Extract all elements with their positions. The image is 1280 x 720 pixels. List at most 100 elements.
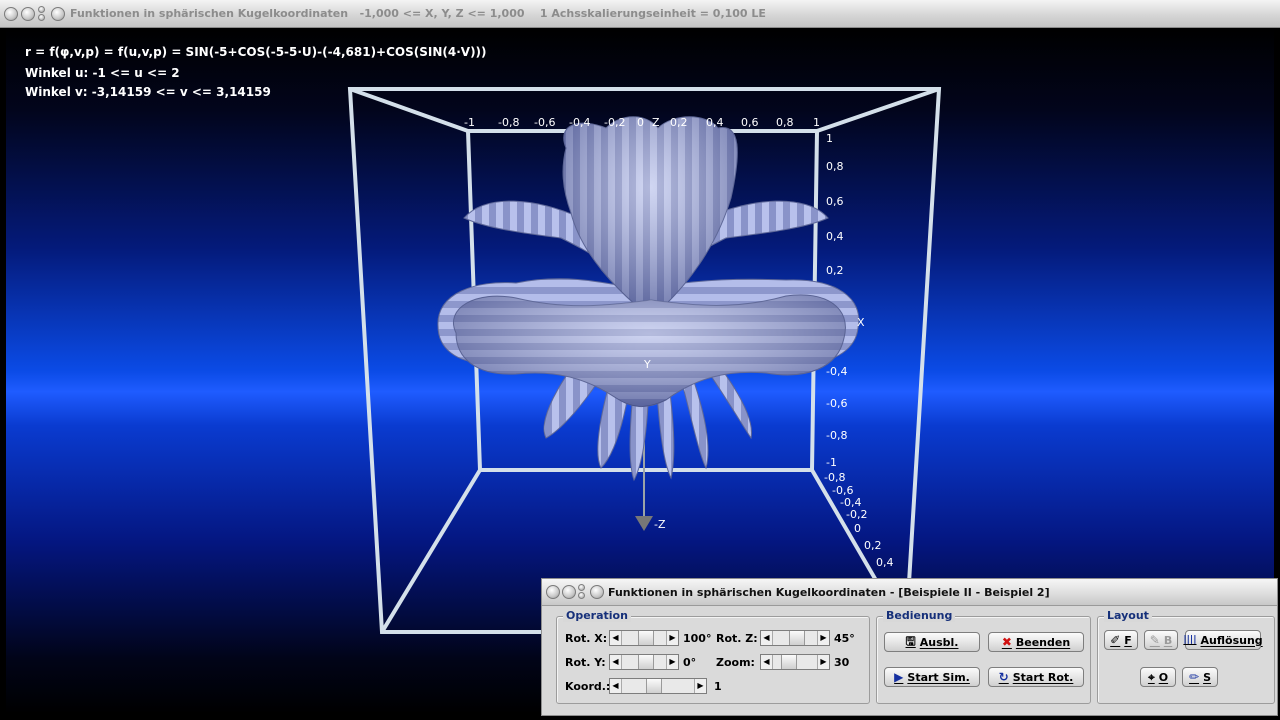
cube-edge bbox=[816, 87, 940, 133]
slider-thumb[interactable] bbox=[638, 631, 654, 645]
right-tick-label: 0,2 bbox=[826, 264, 844, 277]
arrow-right-icon[interactable]: ▶ bbox=[817, 655, 829, 669]
rot-x-label: Rot. X: bbox=[565, 632, 608, 645]
o-label: O bbox=[1158, 670, 1169, 684]
depth-tick-label: -0,2 bbox=[846, 508, 867, 521]
depth-tick-label: 0 bbox=[854, 522, 861, 535]
rot-x-value: 100° bbox=[683, 632, 712, 645]
right-tick-label: -0,4 bbox=[826, 365, 847, 378]
s-button[interactable]: ✏ S bbox=[1182, 667, 1218, 687]
koord-value: 1 bbox=[714, 680, 722, 693]
paint-icon: ✎ bbox=[1149, 633, 1160, 647]
depth-tick-label: -0,8 bbox=[824, 471, 845, 484]
control-titlebar[interactable]: Funktionen in sphärischen Kugelkoordinat… bbox=[542, 579, 1277, 606]
b-button[interactable]: ✎ B bbox=[1144, 630, 1178, 650]
ausbl-button[interactable]: 🖫 Ausbl. bbox=[884, 632, 980, 652]
right-tick-label: 0,8 bbox=[826, 160, 844, 173]
zoom-slider[interactable]: ◀ ▶ bbox=[760, 654, 830, 670]
koord-slider[interactable]: ◀ ▶ bbox=[609, 678, 707, 694]
koord-label: Koord.: bbox=[565, 680, 611, 693]
bedienung-legend: Bedienung bbox=[883, 609, 956, 622]
top-tick-label: 0,8 bbox=[776, 116, 794, 129]
rot-z-slider[interactable]: ◀ ▶ bbox=[760, 630, 830, 646]
beenden-button[interactable]: ✖ Beenden bbox=[988, 632, 1084, 652]
top-tick-label: -0,6 bbox=[534, 116, 555, 129]
arrow-right-icon[interactable]: ▶ bbox=[817, 631, 829, 645]
slider-thumb[interactable] bbox=[789, 631, 805, 645]
top-tick-label: Z bbox=[652, 116, 660, 129]
bedienung-group: Bedienung 🖫 Ausbl. ✖ Beenden ▶ Start Sim. ↻… bbox=[876, 609, 1091, 704]
rot-y-label: Rot. Y: bbox=[565, 656, 606, 669]
zoom-label: Zoom: bbox=[716, 656, 755, 669]
arrow-right-icon[interactable]: ▶ bbox=[666, 655, 678, 669]
slider-thumb[interactable] bbox=[638, 655, 654, 669]
right-tick-label: X bbox=[857, 316, 865, 329]
play-icon: ▶ bbox=[894, 670, 904, 684]
rot-z-value: 45° bbox=[834, 632, 855, 645]
slider-thumb[interactable] bbox=[781, 655, 797, 669]
rot-y-slider[interactable]: ◀ ▶ bbox=[609, 654, 679, 670]
window-restore-icon[interactable] bbox=[590, 585, 604, 599]
f-button[interactable]: ✐ F bbox=[1104, 630, 1138, 650]
start-rot-button[interactable]: ↻ Start Rot. bbox=[988, 667, 1084, 687]
window-dot-icon bbox=[38, 14, 45, 21]
z-axis-arrow bbox=[635, 516, 653, 531]
top-tick-label: 1 bbox=[813, 116, 820, 129]
window-menu-icon[interactable] bbox=[546, 585, 560, 599]
aufloesung-label: Auflösung bbox=[1200, 633, 1263, 647]
arrow-left-icon[interactable]: ◀ bbox=[761, 631, 773, 645]
top-tick-label: -0,4 bbox=[569, 116, 590, 129]
window-dot-icon bbox=[578, 592, 585, 599]
rotate-icon: ↻ bbox=[998, 670, 1009, 684]
top-tick-label: 0,6 bbox=[741, 116, 759, 129]
beenden-label: Beenden bbox=[1015, 635, 1071, 649]
o-button[interactable]: ⌖ O bbox=[1140, 667, 1176, 687]
right-tick-label: -1 bbox=[826, 456, 837, 469]
rot-y-value: 0° bbox=[683, 656, 697, 669]
right-tick-label: -0,6 bbox=[826, 397, 847, 410]
resolution-icon: |||| bbox=[1183, 635, 1197, 645]
y-axis-label: Y bbox=[643, 358, 651, 371]
s-label: S bbox=[1203, 670, 1211, 684]
f-label: F bbox=[1124, 633, 1132, 647]
start-sim-button[interactable]: ▶ Start Sim. bbox=[884, 667, 980, 687]
depth-tick-label: 0,2 bbox=[864, 539, 882, 552]
depth-tick-label: 0,4 bbox=[876, 556, 894, 569]
arrow-left-icon[interactable]: ◀ bbox=[610, 631, 622, 645]
slider-thumb[interactable] bbox=[646, 679, 662, 693]
main-window-title: Funktionen in sphärischen Kugelkoordinat… bbox=[70, 7, 766, 20]
operation-group: Operation Rot. X: ◀ ▶ 100° Rot. Y: ◀ ▶ 0… bbox=[556, 609, 870, 704]
origin-icon: ⌖ bbox=[1147, 669, 1155, 684]
close-icon: ✖ bbox=[1001, 635, 1012, 649]
top-tick-label: -0,2 bbox=[604, 116, 625, 129]
top-tick-label: -1 bbox=[464, 116, 475, 129]
brush-icon: ✐ bbox=[1110, 633, 1121, 647]
surface-torus-shade bbox=[453, 294, 846, 407]
top-tick-label: 0,2 bbox=[670, 116, 688, 129]
right-tick-label: 0,6 bbox=[826, 195, 844, 208]
right-tick-label: 0,4 bbox=[826, 230, 844, 243]
right-tick-label: 1 bbox=[826, 132, 833, 145]
arrow-right-icon[interactable]: ▶ bbox=[694, 679, 706, 693]
window-restore-icon[interactable] bbox=[51, 7, 65, 21]
window-minimize-icon[interactable] bbox=[21, 7, 35, 21]
control-window: Funktionen in sphärischen Kugelkoordinat… bbox=[541, 578, 1278, 716]
rot-x-slider[interactable]: ◀ ▶ bbox=[609, 630, 679, 646]
aufloesung-button[interactable]: |||| Auflösung bbox=[1183, 630, 1263, 650]
cube-edge bbox=[380, 468, 482, 634]
main-titlebar[interactable]: Funktionen in sphärischen Kugelkoordinat… bbox=[0, 0, 1280, 28]
top-tick-label: 0,4 bbox=[706, 116, 724, 129]
arrow-right-icon[interactable]: ▶ bbox=[666, 631, 678, 645]
window-dot-icon bbox=[38, 6, 45, 13]
arrow-left-icon[interactable]: ◀ bbox=[610, 655, 622, 669]
b-label: B bbox=[1163, 633, 1173, 647]
arrow-left-icon[interactable]: ◀ bbox=[610, 679, 622, 693]
start-rot-label: Start Rot. bbox=[1012, 670, 1074, 684]
surface-plot bbox=[437, 116, 860, 482]
operation-legend: Operation bbox=[563, 609, 631, 622]
top-tick-label: -0,8 bbox=[498, 116, 519, 129]
window-menu-icon[interactable] bbox=[4, 7, 18, 21]
window-minimize-icon[interactable] bbox=[562, 585, 576, 599]
arrow-left-icon[interactable]: ◀ bbox=[761, 655, 773, 669]
pencil-icon: ✏ bbox=[1189, 670, 1200, 684]
